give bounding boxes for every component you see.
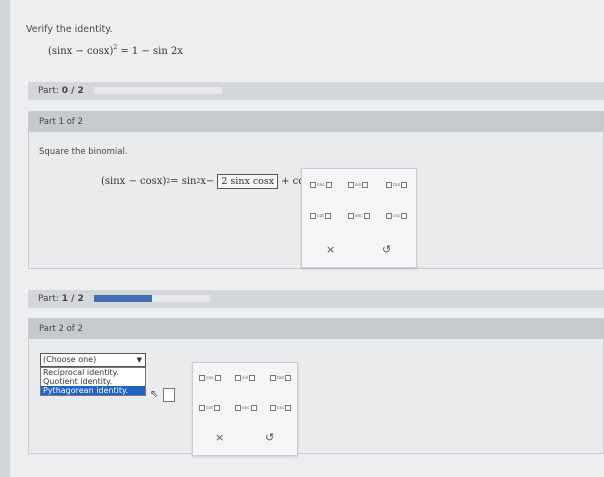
part-label-mid: Part: <box>38 294 59 304</box>
function-palette-2: cos sin tan cot sec csc × ↺ <box>192 362 298 456</box>
prompt-text: Verify the identity. <box>26 24 113 35</box>
option-pythagorean[interactable]: Pythagorean identity. <box>41 386 145 395</box>
eq-lhs: (sinx − cosx) <box>101 176 167 187</box>
csc-button-2[interactable]: csc <box>270 405 292 411</box>
identity-exponent: 2 <box>113 44 118 51</box>
cos-button-2[interactable]: cos <box>199 375 221 381</box>
select-value: (Choose one) <box>43 355 97 364</box>
option-reciprocal[interactable]: Reciprocal identity. <box>41 368 145 377</box>
part1-header: Part 1 of 2 <box>29 112 603 132</box>
undo-icon-2[interactable]: ↺ <box>265 431 274 444</box>
clear-icon[interactable]: × <box>326 243 335 256</box>
part1-instruction: Square the binomial. <box>39 147 128 157</box>
tan-button-2[interactable]: tan <box>270 375 292 381</box>
progress-track-mid <box>94 295 210 302</box>
part-label: Part: <box>38 86 59 96</box>
page: Verify the identity. (sinx − cosx)2 = 1 … <box>10 0 604 477</box>
csc-button[interactable]: csc <box>386 213 408 219</box>
identity-rhs: = 1 − sin 2x <box>120 46 183 57</box>
part-value: 0 / 2 <box>61 86 84 96</box>
sec-button-2[interactable]: sec <box>235 405 257 411</box>
undo-icon[interactable]: ↺ <box>382 243 391 256</box>
part1-equation: (sinx − cosx) 2 = sin 2 x− 2 sinx cosx + co… <box>101 174 319 189</box>
sec-button[interactable]: sec <box>348 213 370 219</box>
cos-button[interactable]: cos <box>310 182 332 188</box>
identity-equation: (sinx − cosx)2 = 1 − sin 2x <box>48 44 183 57</box>
cot-button-2[interactable]: cot <box>199 405 220 411</box>
chevron-down-icon: ▼ <box>136 356 142 364</box>
identity-options-list: Reciprocal identity. Quotient identity. … <box>40 367 146 396</box>
progress-track-top <box>94 87 222 94</box>
identity-lhs: (sinx − cosx) <box>48 46 114 57</box>
part2-answer-input[interactable] <box>163 388 175 402</box>
eq-x1: x− <box>200 176 215 187</box>
option-quotient[interactable]: Quotient identity. <box>41 377 145 386</box>
progress-fill-mid <box>94 295 152 302</box>
cursor-arrow-icon: ⇖ <box>150 389 159 400</box>
part-value-mid: 1 / 2 <box>61 294 84 304</box>
part1-section: Part 1 of 2 Square the binomial. (sinx −… <box>28 111 604 269</box>
sin-button-2[interactable]: sin <box>235 375 256 381</box>
function-palette-1: cos sin tan cot sec csc × ↺ <box>301 168 417 268</box>
answer-input[interactable]: 2 sinx cosx <box>217 174 279 189</box>
eq-sin-term: = sin <box>170 176 197 187</box>
part2-header: Part 2 of 2 <box>29 319 603 339</box>
clear-icon-2[interactable]: × <box>215 431 224 444</box>
identity-type-select[interactable]: (Choose one) ▼ <box>40 353 146 367</box>
sin-button[interactable]: sin <box>348 182 369 188</box>
tan-button[interactable]: tan <box>386 182 408 188</box>
cot-button[interactable]: cot <box>310 213 331 219</box>
